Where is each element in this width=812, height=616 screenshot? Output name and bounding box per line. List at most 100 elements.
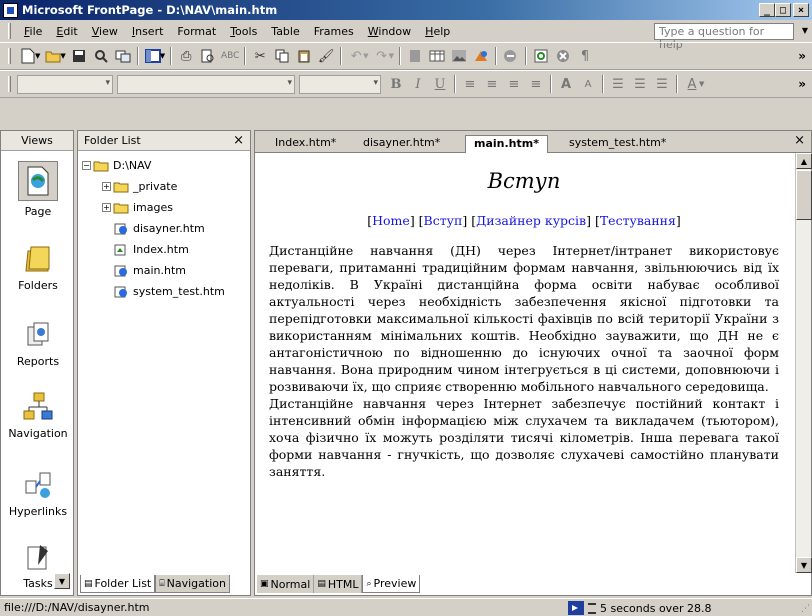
views-scroll-down-icon[interactable]: ▼: [54, 573, 70, 589]
insert-picture-icon[interactable]: [448, 45, 470, 67]
tree-root[interactable]: − D:\NAV: [82, 155, 225, 176]
tab-html[interactable]: ▤ HTML: [314, 575, 363, 593]
minimize-button[interactable]: _: [759, 3, 775, 17]
menu-edit[interactable]: Edit: [49, 23, 84, 40]
numbering-icon[interactable]: ☰: [607, 73, 629, 95]
tab-normal[interactable]: ▣ Normal: [257, 575, 315, 593]
drawing-icon[interactable]: [470, 45, 492, 67]
close-document-icon[interactable]: ×: [794, 133, 805, 148]
tree-file-disayner[interactable]: disayner.htm: [82, 218, 225, 239]
tree-folder-private[interactable]: + _private: [82, 176, 225, 197]
close-icon[interactable]: ×: [233, 133, 244, 148]
close-button[interactable]: ×: [793, 3, 809, 17]
tab-preview[interactable]: ⌕ Preview: [362, 575, 421, 593]
tab-main[interactable]: main.htm*: [465, 135, 548, 153]
search-icon[interactable]: [90, 45, 112, 67]
normal-mode-icon: ▣: [260, 579, 269, 589]
indent-icon[interactable]: ☰: [651, 73, 673, 95]
underline-button[interactable]: U: [429, 73, 451, 95]
link-home[interactable]: Home: [372, 213, 410, 228]
expand-icon[interactable]: +: [102, 203, 111, 212]
page-editor: Index.htm* disayner.htm* main.htm* syste…: [254, 130, 812, 596]
link-intro[interactable]: Вступ: [424, 213, 463, 228]
cut-icon[interactable]: ✂: [249, 45, 271, 67]
link-course-designer[interactable]: Дизайнер курсів: [476, 213, 586, 228]
tab-disayner[interactable]: disayner.htm*: [355, 135, 448, 153]
format-painter-icon[interactable]: 🖌: [315, 45, 337, 67]
font-size-combo[interactable]: [299, 74, 381, 94]
view-reports-button[interactable]: Reports: [7, 319, 69, 368]
menu-tools[interactable]: Tools: [223, 23, 264, 40]
show-all-icon[interactable]: ¶: [574, 45, 596, 67]
menubar-grip[interactable]: [8, 23, 11, 39]
menu-view[interactable]: View: [85, 23, 125, 40]
view-page-button[interactable]: Page: [7, 161, 69, 218]
spelling-icon[interactable]: ABC: [219, 45, 241, 67]
menu-file[interactable]: File: [17, 23, 49, 40]
tree-file-index[interactable]: Index.htm: [82, 239, 225, 260]
menu-frames[interactable]: Frames: [307, 23, 361, 40]
tab-index[interactable]: Index.htm*: [267, 135, 344, 153]
web-component-icon[interactable]: [404, 45, 426, 67]
toolbar-grip[interactable]: [8, 76, 11, 92]
expand-icon[interactable]: +: [102, 182, 111, 191]
folder-icon: [113, 203, 129, 213]
home-page-icon: [114, 244, 126, 255]
toolbar-grip[interactable]: [8, 48, 11, 64]
open-dropdown-icon[interactable]: ▼: [60, 52, 65, 60]
align-center-icon[interactable]: ≡: [481, 73, 503, 95]
tab-system-test[interactable]: system_test.htm*: [561, 135, 674, 153]
hyperlink-icon[interactable]: [500, 45, 522, 67]
increase-font-icon[interactable]: A: [555, 73, 577, 95]
menu-window[interactable]: Window: [361, 23, 418, 40]
collapse-icon[interactable]: −: [82, 161, 91, 170]
view-folders-button[interactable]: Folders: [7, 243, 69, 292]
font-color-dropdown-icon[interactable]: ▼: [699, 80, 704, 88]
help-dropdown-icon[interactable]: ▼: [802, 26, 808, 35]
tab-navigation[interactable]: ⌸ Navigation: [155, 575, 230, 593]
justify-icon[interactable]: ≡: [525, 73, 547, 95]
save-icon[interactable]: [68, 45, 90, 67]
refresh-icon[interactable]: [530, 45, 552, 67]
scroll-down-icon[interactable]: ▼: [796, 557, 812, 573]
scroll-thumb[interactable]: [796, 170, 812, 220]
resize-grip-icon[interactable]: ⋰: [801, 604, 810, 614]
tab-folder-list[interactable]: ▤ Folder List: [80, 575, 156, 593]
pane-dropdown-icon[interactable]: ▼: [160, 52, 165, 60]
print-icon[interactable]: ⎙: [175, 45, 197, 67]
redo-dropdown-icon[interactable]: ▼: [389, 52, 394, 60]
italic-button[interactable]: I: [407, 73, 429, 95]
toolbar-options-icon[interactable]: »: [798, 77, 806, 91]
stop-icon[interactable]: [552, 45, 574, 67]
paste-icon[interactable]: [293, 45, 315, 67]
menu-insert[interactable]: Insert: [125, 23, 171, 40]
decrease-font-icon[interactable]: A: [577, 73, 599, 95]
print-preview-icon[interactable]: [197, 45, 219, 67]
view-navigation-button[interactable]: Navigation: [7, 391, 69, 440]
connection-speed-icon[interactable]: [568, 601, 584, 615]
align-left-icon[interactable]: ≡: [459, 73, 481, 95]
font-combo[interactable]: [117, 74, 295, 94]
bold-button[interactable]: B: [385, 73, 407, 95]
view-hyperlinks-button[interactable]: Hyperlinks: [7, 469, 69, 518]
publish-icon[interactable]: [112, 45, 134, 67]
menu-format[interactable]: Format: [170, 23, 223, 40]
maximize-button[interactable]: □: [775, 3, 791, 17]
toolbar-options-icon[interactable]: »: [798, 49, 806, 63]
scroll-up-icon[interactable]: ▲: [796, 153, 812, 169]
tree-file-system-test[interactable]: system_test.htm: [82, 281, 225, 302]
tree-folder-images[interactable]: + images: [82, 197, 225, 218]
menu-help[interactable]: Help: [418, 23, 457, 40]
align-right-icon[interactable]: ≡: [503, 73, 525, 95]
menu-table[interactable]: Table: [264, 23, 306, 40]
style-combo[interactable]: [17, 74, 113, 94]
undo-dropdown-icon[interactable]: ▼: [363, 52, 368, 60]
bullets-icon[interactable]: ☰: [629, 73, 651, 95]
help-search-input[interactable]: Type a question for help: [654, 23, 794, 51]
vertical-scrollbar[interactable]: ▲ ▼: [795, 153, 812, 573]
link-testing[interactable]: Тестування: [600, 213, 676, 228]
insert-table-icon[interactable]: [426, 45, 448, 67]
tree-file-main[interactable]: main.htm: [82, 260, 225, 281]
copy-icon[interactable]: [271, 45, 293, 67]
new-dropdown-icon[interactable]: ▼: [35, 52, 40, 60]
